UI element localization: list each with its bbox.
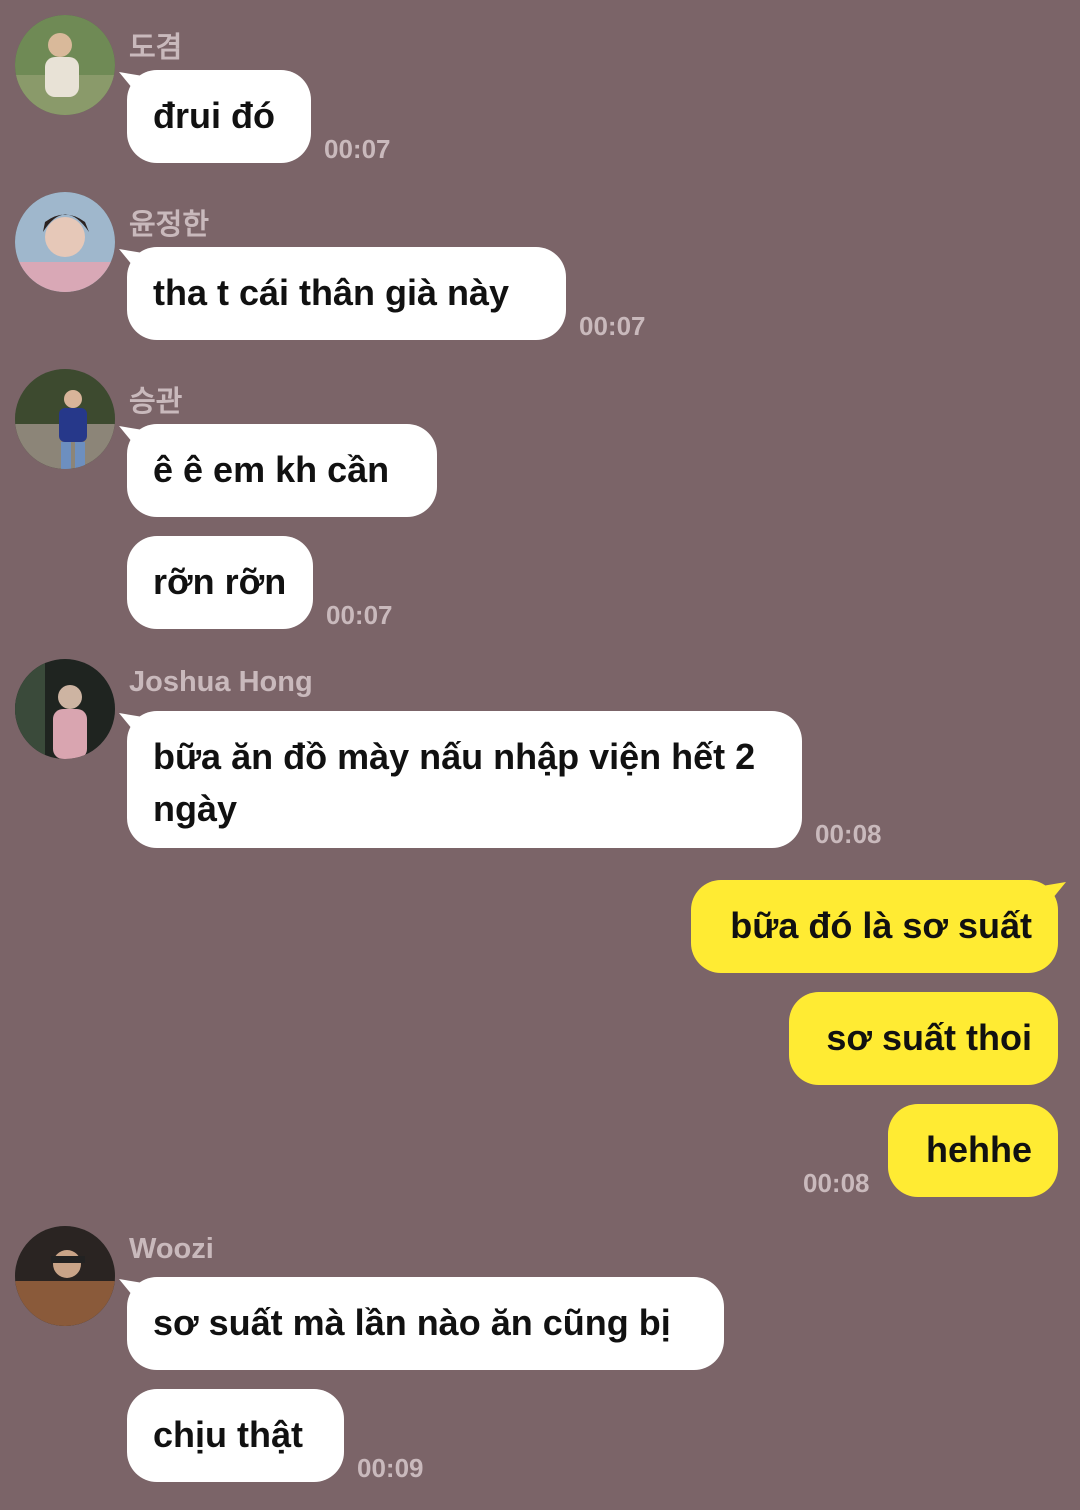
message-text: sơ suất thoi bbox=[826, 1017, 1032, 1058]
my-message-bubble[interactable]: hehhe bbox=[888, 1104, 1058, 1197]
my-message-bubble[interactable]: sơ suất thoi bbox=[789, 992, 1058, 1085]
message-time: 00:09 bbox=[357, 1453, 424, 1483]
bubble-tail-icon bbox=[119, 249, 143, 271]
message-bubble[interactable]: tha t cái thân già này bbox=[119, 247, 566, 340]
message-text: đrui đó bbox=[153, 95, 275, 136]
message-text: hehhe bbox=[925, 1129, 1032, 1170]
message-text: bữa đó là sơ suất bbox=[730, 905, 1032, 946]
message-text: ê ê em kh cần bbox=[153, 449, 390, 490]
message-bubble[interactable]: sơ suất mà lần nào ăn cũng bị bbox=[119, 1277, 724, 1370]
avatar-photo-icon bbox=[15, 369, 115, 469]
message-text: tha t cái thân già này bbox=[153, 272, 510, 313]
message-time: 00:07 bbox=[324, 134, 391, 164]
avatar-photo-icon bbox=[15, 192, 115, 292]
message-time: 00:07 bbox=[326, 600, 393, 630]
my-message-bubble[interactable]: bữa đó là sơ suất bbox=[691, 880, 1066, 973]
avatar-photo-icon bbox=[15, 15, 115, 115]
message-text: chịu thật bbox=[153, 1414, 303, 1455]
message-text: rỡn rỡn bbox=[153, 561, 287, 602]
bubble-tail-icon bbox=[119, 1279, 143, 1301]
avatar-photo-icon bbox=[15, 659, 115, 759]
sender-name: Joshua Hong bbox=[129, 666, 313, 698]
avatar[interactable] bbox=[15, 15, 115, 115]
sender-name: 도겸 bbox=[129, 32, 183, 64]
message-text: sơ suất mà lần nào ăn cũng bị bbox=[153, 1302, 671, 1343]
avatar[interactable] bbox=[15, 659, 115, 759]
avatar-photo-icon bbox=[15, 1226, 115, 1326]
message-text: bữa ăn đồ mày nấu nhập viện hết 2 ngày bbox=[153, 736, 756, 829]
sender-name: Woozi bbox=[129, 1233, 214, 1265]
message-bubble[interactable]: bữa ăn đồ mày nấu nhập viện hết 2 ngày bbox=[119, 711, 802, 848]
message-bubble[interactable]: chịu thật bbox=[127, 1389, 344, 1482]
message-time: 00:08 bbox=[803, 1168, 870, 1198]
message-bubble[interactable]: ê ê em kh cần bbox=[119, 424, 437, 517]
message-time: 00:07 bbox=[579, 311, 646, 341]
avatar[interactable] bbox=[15, 369, 115, 469]
avatar[interactable] bbox=[15, 192, 115, 292]
bubble-tail-icon bbox=[119, 72, 143, 94]
message-bubble[interactable]: đrui đó bbox=[119, 70, 311, 163]
message-time: 00:08 bbox=[815, 819, 882, 849]
message-bubble[interactable]: rỡn rỡn bbox=[127, 536, 313, 629]
bubble-tail-icon bbox=[1042, 882, 1066, 904]
sender-name: 승관 bbox=[129, 386, 183, 418]
bubble-tail-icon bbox=[119, 713, 143, 735]
bubble-tail-icon bbox=[119, 426, 143, 448]
sender-name: 윤정한 bbox=[129, 209, 210, 241]
avatar[interactable] bbox=[15, 1226, 115, 1326]
